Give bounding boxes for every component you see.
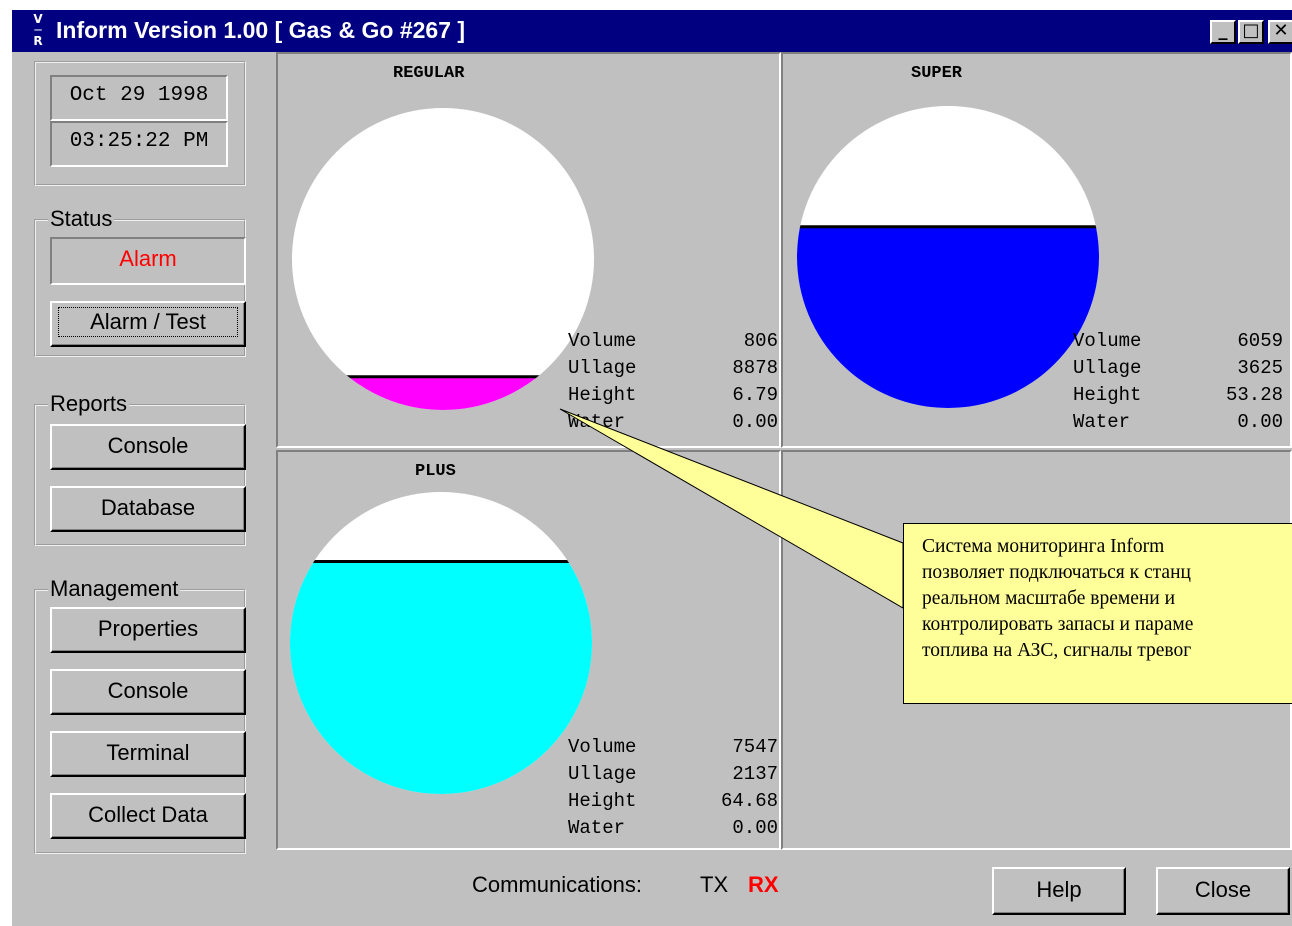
callout-line: контролировать запасы и параме [922,614,1194,635]
callout-line: топлива на АЗС, сигналы тревог [922,640,1192,661]
callout-tail [559,408,904,609]
callout-box: Система мониторинга Inform позволяет под… [903,523,1292,704]
callout-pointer [559,408,904,609]
callout-line: Система мониторинга Inform [922,536,1165,557]
callout-line: позволяет подключаться к станц [922,562,1191,583]
callout-line: реальном масштабе времени и [922,588,1176,609]
